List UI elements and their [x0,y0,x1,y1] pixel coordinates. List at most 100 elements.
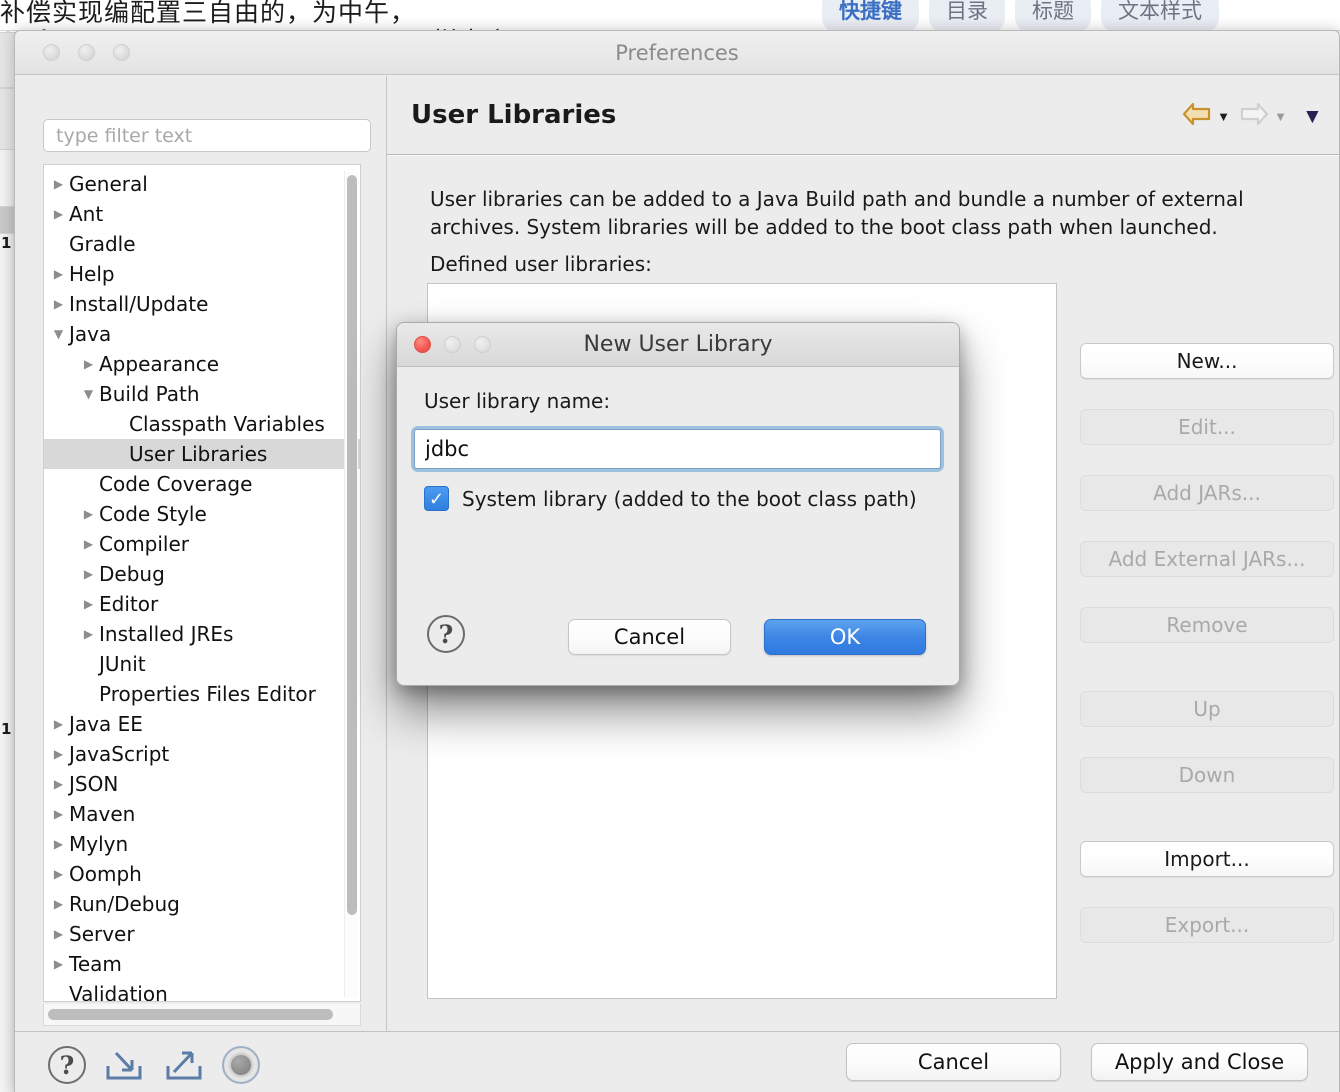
cancel-button[interactable]: Cancel [846,1043,1061,1081]
tree-item-gradle[interactable]: ▶ Gradle [44,229,360,259]
preferences-titlebar[interactable]: Preferences [15,31,1339,75]
chevron-right-icon[interactable]: ▶ [52,748,65,760]
page-description-line-1: User libraries can be added to a Java Bu… [430,187,1244,211]
tree-item-json[interactable]: ▶ JSON [44,769,360,799]
tree-item-install-update[interactable]: ▶ Install/Update [44,289,360,319]
apply-and-close-button[interactable]: Apply and Close [1091,1043,1308,1081]
tree-item-maven[interactable]: ▶ Maven [44,799,360,829]
tree-item-general[interactable]: ▶ General [44,169,360,199]
import-button[interactable]: Import... [1080,841,1334,877]
chevron-right-icon[interactable]: ▶ [52,178,65,190]
chevron-right-icon[interactable]: ▶ [82,598,95,610]
tree-item-oomph[interactable]: ▶ Oomph [44,859,360,889]
back-arrow-icon[interactable] [1182,101,1212,132]
dialog-cancel-button[interactable]: Cancel [568,619,731,655]
chevron-right-icon[interactable]: ▶ [52,868,65,880]
tree-item-classpath-variables[interactable]: ▶ Classpath Variables [44,409,360,439]
dialog-title: New User Library [583,332,773,357]
system-library-row[interactable]: ✓ System library (added to the boot clas… [424,486,917,511]
tree-item-label: Ant [69,202,104,226]
tree-item-label: Java EE [69,712,143,736]
chevron-right-icon[interactable]: ▶ [52,778,65,790]
background-strip-marker-2: 1 [1,720,12,738]
system-library-label: System library (added to the boot class … [462,486,917,511]
tree-item-build-path[interactable]: ▼ Build Path [44,379,360,409]
tree-item-compiler[interactable]: ▶ Compiler [44,529,360,559]
tree-item-team[interactable]: ▶ Team [44,949,360,979]
tree-item-junit[interactable]: ▶ JUnit [44,649,360,679]
tree-item-ant[interactable]: ▶ Ant [44,199,360,229]
tree-item-code-coverage[interactable]: ▶ Code Coverage [44,469,360,499]
chevron-right-icon[interactable]: ▶ [52,838,65,850]
background-chip-directory[interactable]: 目录 [929,0,1005,34]
chevron-right-icon[interactable]: ▶ [82,568,95,580]
chevron-right-icon[interactable]: ▶ [82,628,95,640]
page-header: User Libraries ▼ ▼ ▼ [387,76,1339,154]
chevron-right-icon[interactable]: ▶ [52,208,65,220]
tree-item-javascript[interactable]: ▶ JavaScript [44,739,360,769]
tree-item-appearance[interactable]: ▶ Appearance [44,349,360,379]
tree-item-help[interactable]: ▶ Help [44,259,360,289]
tree-item-label: Compiler [99,532,190,556]
chevron-right-icon[interactable]: ▶ [52,268,65,280]
tree-item-code-style[interactable]: ▶ Code Style [44,499,360,529]
background-chip-shortcuts[interactable]: 快捷键 [822,0,919,34]
new-button[interactable]: New... [1080,343,1334,379]
forward-arrow-icon [1239,101,1269,132]
tree-item-label: Maven [69,802,136,826]
tree-item-editor[interactable]: ▶ Editor [44,589,360,619]
chevron-down-icon[interactable]: ▼ [82,388,95,400]
tree-vertical-scrollbar[interactable] [344,171,358,997]
chevron-right-icon[interactable]: ▶ [52,928,65,940]
filter-input[interactable] [43,119,371,152]
tree-horizontal-scrollbar[interactable] [43,1004,361,1026]
background-chip-title[interactable]: 标题 [1015,0,1091,34]
user-library-name-input[interactable] [414,429,941,469]
tree-item-label: General [69,172,148,196]
tree-item-debug[interactable]: ▶ Debug [44,559,360,589]
tree-item-mylyn[interactable]: ▶ Mylyn [44,829,360,859]
help-icon[interactable]: ? [48,1046,86,1084]
chevron-right-icon[interactable]: ▶ [52,718,65,730]
tree-item-user-libraries[interactable]: ▶ User Libraries [44,439,360,469]
import-icon[interactable] [102,1046,146,1084]
tree-item-java-ee[interactable]: ▶ Java EE [44,709,360,739]
background-strip-marker-1: 1 [1,234,12,252]
disc-icon[interactable] [222,1046,260,1084]
dialog-help-icon[interactable]: ? [427,615,465,653]
user-library-name-field-wrap [414,429,941,469]
page-title: User Libraries [411,100,617,130]
chevron-right-icon[interactable]: ▶ [52,298,65,310]
tree-item-java[interactable]: ▼ Java [44,319,360,349]
tree-item-installed-jres[interactable]: ▶ Installed JREs [44,619,360,649]
chevron-right-icon[interactable]: ▶ [52,958,65,970]
tree-item-label: Run/Debug [69,892,180,916]
back-dropdown-caret-icon[interactable]: ▼ [1215,110,1232,123]
tree-item-label: Code Style [99,502,207,526]
background-chip-text-style[interactable]: 文本样式 [1101,0,1219,34]
chevron-down-icon[interactable]: ▼ [52,328,65,340]
tree-item-label: Install/Update [69,292,209,316]
chevron-right-icon[interactable]: ▶ [52,808,65,820]
tree-item-run-debug[interactable]: ▶ Run/Debug [44,889,360,919]
tree-vertical-scroll-thumb[interactable] [347,175,357,915]
tree-item-server[interactable]: ▶ Server [44,919,360,949]
chevron-right-icon[interactable]: ▶ [82,538,95,550]
tree-horizontal-scroll-thumb[interactable] [48,1009,333,1020]
tree-item-label: Validation [69,982,168,1002]
tree-item-label: Debug [99,562,165,586]
system-library-checkbox[interactable]: ✓ [424,486,449,511]
chevron-right-icon[interactable]: ▶ [82,508,95,520]
page-menu-caret-icon[interactable]: ▼ [1302,106,1323,127]
chevron-right-icon[interactable]: ▶ [82,358,95,370]
preferences-tree[interactable]: ▶ General ▶ Ant ▶ Gradle ▶ Help ▶ Install/Update ▼… [43,164,361,1002]
chevron-right-icon[interactable]: ▶ [52,898,65,910]
dialog-titlebar[interactable]: New User Library [397,323,959,367]
tree-item-label: Help [69,262,115,286]
new-user-library-dialog: New User Library User library name: ✓ Sy… [396,322,960,686]
tree-item-properties-files-editor[interactable]: ▶ Properties Files Editor [44,679,360,709]
dialog-ok-button[interactable]: OK [764,619,926,655]
tree-item-label: JSON [69,772,119,796]
export-icon[interactable] [162,1046,206,1084]
tree-item-validation[interactable]: ▶ Validation [44,979,360,1002]
